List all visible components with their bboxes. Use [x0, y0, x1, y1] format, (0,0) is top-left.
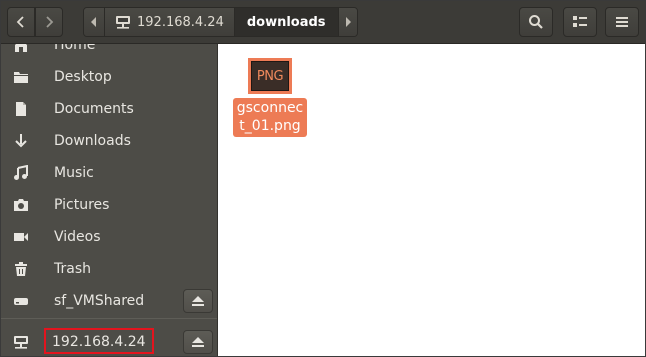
sidebar-item-label: Pictures	[54, 197, 110, 213]
path-scroll-right-button[interactable]	[338, 8, 357, 36]
sidebar-item-label: Desktop	[54, 69, 112, 85]
file-manager-window: 192.168.4.24 downloads Home Desktop Docu…	[0, 0, 646, 357]
sidebar-item-label: Downloads	[54, 133, 131, 149]
chevron-left-icon	[16, 16, 24, 28]
sidebar-item-trash[interactable]: Trash	[1, 253, 217, 285]
forward-button[interactable]	[35, 7, 63, 37]
view-options-button[interactable]	[563, 7, 597, 37]
eject-icon	[192, 337, 204, 347]
sidebar-item-home[interactable]: Home	[1, 44, 217, 61]
home-icon	[13, 44, 29, 53]
breadcrumb-network[interactable]: 192.168.4.24	[105, 8, 235, 36]
breadcrumb-label: 192.168.4.24	[137, 14, 224, 30]
network-share-icon	[116, 16, 130, 29]
download-icon	[13, 133, 29, 149]
eject-network-share-button[interactable]	[183, 330, 213, 354]
path-scroll-left-button[interactable]	[84, 8, 105, 36]
file-name: gsconnect_01.png	[233, 98, 307, 137]
search-icon	[529, 15, 543, 29]
annotation-highlight-box	[44, 328, 154, 354]
camera-icon	[13, 197, 29, 213]
file-item[interactable]: PNG gsconnect_01.png	[230, 58, 310, 137]
breadcrumb-downloads[interactable]: downloads	[234, 8, 339, 36]
eject-sf-vmshared-button[interactable]	[183, 289, 213, 313]
music-icon	[13, 165, 29, 181]
eject-icon	[192, 296, 204, 306]
places-sidebar: Home Desktop Documents Downloads Music P…	[1, 44, 217, 356]
sidebar-item-label: Documents	[54, 101, 134, 117]
trash-icon	[13, 261, 29, 277]
file-view: PNG gsconnect_01.png	[218, 44, 645, 356]
sidebar-item-label: Videos	[54, 229, 101, 245]
sidebar-item-pictures[interactable]: Pictures	[1, 189, 217, 221]
triangle-right-icon	[345, 17, 351, 27]
sidebar-item-documents[interactable]: Documents	[1, 93, 217, 125]
sidebar-item-downloads[interactable]: Downloads	[1, 125, 217, 157]
sidebar-item-music[interactable]: Music	[1, 157, 217, 189]
folder-icon	[13, 69, 29, 85]
network-share-icon	[13, 334, 29, 350]
view-options-icon	[573, 16, 587, 27]
document-icon	[13, 101, 29, 117]
breadcrumb-label: downloads	[246, 14, 326, 30]
sidebar-item-label: Music	[54, 165, 94, 181]
sidebar-item-videos[interactable]: Videos	[1, 221, 217, 253]
main-menu-button[interactable]	[605, 7, 639, 37]
sidebar-separator	[1, 318, 217, 319]
sidebar-item-desktop[interactable]: Desktop	[1, 61, 217, 93]
video-icon	[13, 229, 29, 245]
png-file-icon: PNG	[248, 58, 292, 94]
triangle-left-icon	[91, 17, 96, 27]
sidebar-item-label: Home	[54, 44, 96, 53]
sidebar-item-label: sf_VMShared	[54, 293, 145, 309]
hamburger-menu-icon	[616, 17, 628, 27]
path-bar: 192.168.4.24 downloads	[83, 7, 358, 37]
file-thumb-label: PNG	[251, 61, 289, 91]
header-bar: 192.168.4.24 downloads	[1, 1, 645, 44]
drive-icon	[13, 293, 29, 309]
sidebar-item-label: Trash	[54, 261, 91, 277]
chevron-right-icon	[46, 16, 54, 28]
back-button[interactable]	[7, 7, 35, 37]
search-button[interactable]	[519, 7, 553, 37]
